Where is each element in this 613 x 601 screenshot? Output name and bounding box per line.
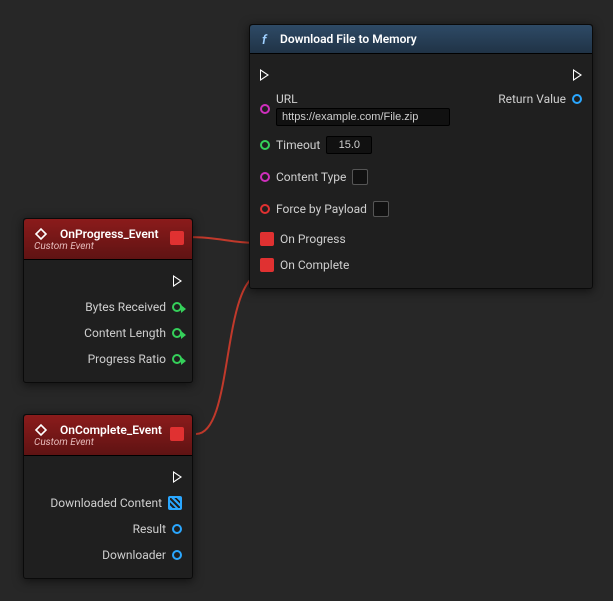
function-icon: f xyxy=(260,32,274,46)
event-icon xyxy=(34,423,48,437)
float-pin-icon xyxy=(172,354,182,364)
exec-in-pin[interactable] xyxy=(260,69,269,81)
result-pin[interactable]: Result xyxy=(133,522,182,536)
url-label: URL xyxy=(276,92,450,106)
force-payload-label: Force by Payload xyxy=(276,202,367,216)
delegate-out-pin[interactable] xyxy=(170,427,184,441)
timeout-label: Timeout xyxy=(276,138,320,152)
svg-text:f: f xyxy=(262,33,268,46)
struct-pin-icon xyxy=(168,496,182,510)
delegate-pin-icon xyxy=(260,232,274,246)
node-title: Download File to Memory xyxy=(280,32,417,46)
force-payload-input-pin[interactable]: Force by Payload xyxy=(260,201,389,217)
return-label: Return Value xyxy=(498,92,566,106)
node-title: OnProgress_Event xyxy=(60,227,159,241)
content-type-input-pin[interactable]: Content Type xyxy=(260,169,368,185)
float-pin-icon xyxy=(260,140,270,150)
content-type-label: Content Type xyxy=(276,170,346,184)
exec-out-pin[interactable] xyxy=(573,69,582,81)
content-length-pin[interactable]: Content Length xyxy=(84,326,182,340)
timeout-input-pin[interactable]: Timeout xyxy=(260,136,372,154)
node-body: Downloaded Content Result Downloader xyxy=(24,456,192,578)
bool-pin-icon xyxy=(260,204,270,214)
node-body: Bytes Received Content Length Progress R… xyxy=(24,260,192,382)
node-body: URL Return Value Timeout Content Type xyxy=(250,54,592,288)
timeout-input[interactable] xyxy=(326,136,372,154)
downloader-pin[interactable]: Downloader xyxy=(102,548,182,562)
node-onprogress-event[interactable]: OnProgress_Event Custom Event Bytes Rece… xyxy=(23,218,193,383)
progress-ratio-pin[interactable]: Progress Ratio xyxy=(88,352,182,366)
on-complete-input-pin[interactable]: On Complete xyxy=(260,258,349,272)
event-icon xyxy=(34,227,48,241)
url-input[interactable] xyxy=(276,108,450,126)
enum-pin-icon xyxy=(172,524,182,534)
on-progress-label: On Progress xyxy=(280,232,346,246)
on-complete-label: On Complete xyxy=(280,258,349,272)
node-oncomplete-event[interactable]: OnComplete_Event Custom Event Downloaded… xyxy=(23,414,193,579)
downloaded-content-pin[interactable]: Downloaded Content xyxy=(50,496,182,510)
node-header: OnProgress_Event Custom Event xyxy=(24,219,192,260)
node-subtitle: Custom Event xyxy=(34,437,94,448)
exec-out-pin[interactable] xyxy=(173,275,182,287)
node-header: f Download File to Memory xyxy=(250,25,592,54)
exec-icon xyxy=(260,69,269,81)
node-header: OnComplete_Event Custom Event xyxy=(24,415,192,456)
string-pin-icon xyxy=(260,104,270,114)
url-input-pin[interactable]: URL xyxy=(260,92,450,126)
exec-icon xyxy=(573,69,582,81)
bytes-received-pin[interactable]: Bytes Received xyxy=(85,300,182,314)
content-type-field[interactable] xyxy=(352,169,368,185)
string-pin-icon xyxy=(260,172,270,182)
exec-out-pin[interactable] xyxy=(173,471,182,483)
exec-icon xyxy=(173,275,182,287)
return-value-pin[interactable]: Return Value xyxy=(498,92,582,106)
object-pin-icon xyxy=(172,550,182,560)
node-title: OnComplete_Event xyxy=(60,423,162,437)
force-payload-checkbox[interactable] xyxy=(373,201,389,217)
int-pin-icon xyxy=(172,302,182,312)
delegate-pin-icon xyxy=(260,258,274,272)
node-download-file-to-memory[interactable]: f Download File to Memory URL Return Val… xyxy=(249,24,593,289)
int-pin-icon xyxy=(172,328,182,338)
delegate-out-pin[interactable] xyxy=(170,231,184,245)
object-pin-icon xyxy=(572,94,582,104)
on-progress-input-pin[interactable]: On Progress xyxy=(260,232,346,246)
exec-icon xyxy=(173,471,182,483)
node-subtitle: Custom Event xyxy=(34,241,94,252)
